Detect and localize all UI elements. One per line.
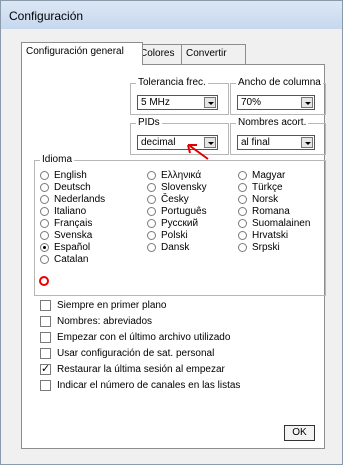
pids-value: decimal <box>141 137 176 148</box>
title-bar: Configuración <box>1 1 342 29</box>
radio-indicator[interactable] <box>238 231 247 240</box>
nombres-select[interactable]: al final <box>237 135 315 150</box>
language-label: Česky <box>161 194 189 205</box>
chevron-down-icon[interactable] <box>301 97 313 108</box>
radio-indicator[interactable] <box>238 183 247 192</box>
ancho-label: Ancho de columna <box>236 77 323 88</box>
language-label: Français <box>54 218 93 229</box>
ok-button[interactable]: OK <box>284 425 315 441</box>
language-label: Русский <box>161 218 199 229</box>
language-label: Catalan <box>54 254 89 265</box>
language-label: Suomalainen <box>252 218 311 229</box>
radio-indicator[interactable] <box>40 219 49 228</box>
nombres-group: Nombres acort. al final <box>230 117 326 155</box>
checkbox-label: Empezar con el último archivo utilizado <box>57 332 231 343</box>
tolerancia-value: 5 MHz <box>141 97 170 108</box>
red-circle-annotation-icon <box>39 276 49 286</box>
tab-convertir[interactable]: Convertir <box>181 44 246 65</box>
tolerancia-group: Tolerancia frec. 5 MHz <box>130 77 229 115</box>
tab-configuracion-general[interactable]: Configuración general <box>21 42 143 65</box>
radio-indicator[interactable] <box>147 171 156 180</box>
language-label: Ελληνικά <box>161 170 202 181</box>
checkbox-box[interactable] <box>40 362 51 375</box>
radio-indicator[interactable] <box>40 255 49 264</box>
language-label: Português <box>161 206 207 217</box>
radio-indicator[interactable] <box>147 207 156 216</box>
radio-indicator[interactable] <box>40 195 49 204</box>
radio-indicator[interactable] <box>238 243 247 252</box>
language-label: Magyar <box>252 170 286 181</box>
red-arrow-annotation-icon <box>187 144 209 160</box>
nombres-label: Nombres acort. <box>236 117 309 128</box>
checkbox-label: Usar configuración de sat. personal <box>57 348 215 359</box>
radio-indicator[interactable] <box>40 183 49 192</box>
checkbox-label: Nombres: abreviados <box>57 316 153 327</box>
settings-window: Configuración Configuración general Colo… <box>0 0 343 465</box>
radio-indicator[interactable] <box>147 243 156 252</box>
ancho-value: 70% <box>241 97 262 108</box>
radio-indicator[interactable] <box>40 207 49 216</box>
language-label: Español <box>54 242 91 253</box>
pids-label: PIDs <box>136 117 162 128</box>
radio-indicator[interactable] <box>238 195 247 204</box>
language-label: Romana <box>252 206 290 217</box>
language-label: Italiano <box>54 206 87 217</box>
radio-indicator[interactable] <box>40 231 49 240</box>
nombres-value: al final <box>241 137 270 148</box>
checkbox-label: Indicar el número de canales en las list… <box>57 380 241 391</box>
radio-indicator[interactable] <box>238 219 247 228</box>
tolerancia-label: Tolerancia frec. <box>136 77 208 88</box>
language-label: Svenska <box>54 230 93 241</box>
radio-indicator[interactable] <box>40 243 49 252</box>
idioma-label: Idioma <box>40 154 75 165</box>
language-label: Nederlands <box>54 194 106 205</box>
chevron-down-icon[interactable] <box>204 97 216 108</box>
radio-indicator[interactable] <box>238 207 247 216</box>
language-label: Hrvatski <box>252 230 289 241</box>
checkbox-box[interactable] <box>40 380 51 391</box>
radio-indicator[interactable] <box>147 219 156 228</box>
chevron-down-icon[interactable] <box>301 137 313 148</box>
radio-indicator[interactable] <box>40 171 49 180</box>
language-label: Deutsch <box>54 182 91 193</box>
language-label: Polski <box>161 230 188 241</box>
language-label: Dansk <box>161 242 190 253</box>
checkbox-label: Siempre en primer plano <box>57 300 167 311</box>
checkbox-box[interactable] <box>40 300 51 311</box>
checkbox-box[interactable] <box>40 348 51 359</box>
radio-indicator[interactable] <box>147 195 156 204</box>
language-label: Türkçe <box>252 182 283 193</box>
ancho-group: Ancho de columna 70% <box>230 77 326 115</box>
language-label: Srpski <box>252 242 280 253</box>
checkbox-box[interactable] <box>40 332 51 343</box>
ancho-select[interactable]: 70% <box>237 95 315 110</box>
radio-indicator[interactable] <box>238 171 247 180</box>
language-label: Slovensky <box>161 182 207 193</box>
tolerancia-select[interactable]: 5 MHz <box>137 95 218 110</box>
checkbox-box[interactable] <box>40 316 51 327</box>
pids-group: PIDs decimal <box>130 117 229 155</box>
radio-indicator[interactable] <box>147 231 156 240</box>
radio-indicator[interactable] <box>147 183 156 192</box>
checkbox-label: Restaurar la última sesión al empezar <box>57 364 225 375</box>
language-label: English <box>54 170 87 181</box>
window-title: Configuración <box>9 9 84 23</box>
language-label: Norsk <box>252 194 279 205</box>
